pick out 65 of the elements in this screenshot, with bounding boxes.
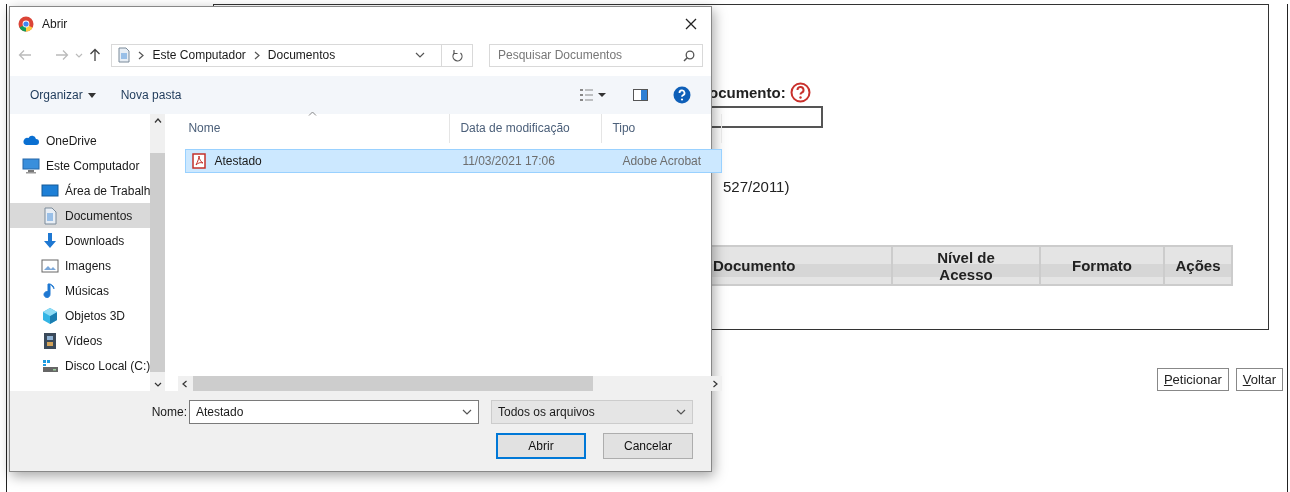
- field-label: ocumento:: [709, 84, 786, 101]
- sidebar-item[interactable]: Downloads: [10, 228, 151, 253]
- sidebar-item[interactable]: OneDrive: [10, 128, 151, 153]
- refresh-icon[interactable]: [451, 48, 464, 62]
- column-header[interactable]: Data de modificação: [450, 114, 603, 143]
- organize-menu[interactable]: Organizar: [30, 88, 83, 102]
- sidebar-item[interactable]: Objetos 3D: [10, 303, 151, 328]
- cube-icon: [41, 306, 59, 325]
- scrollbar-thumb[interactable]: [193, 376, 594, 391]
- file-row[interactable]: Atestado 11/03/2021 17:06 Adobe Acrobat: [185, 149, 723, 173]
- column-header: Nível de Acesso: [893, 247, 1039, 284]
- scroll-up-icon[interactable]: [153, 118, 162, 123]
- action-button[interactable]: Peticionar: [1156, 368, 1229, 391]
- document-icon: [118, 47, 131, 63]
- chevron-down-icon[interactable]: [415, 52, 426, 58]
- column-header: Ações: [1165, 247, 1231, 284]
- dialog-button[interactable]: Abrir: [496, 433, 586, 459]
- chevron-right-icon: [138, 50, 145, 60]
- sidebar-item[interactable]: Imagens: [10, 253, 151, 278]
- close-icon[interactable]: [685, 17, 697, 30]
- action-button[interactable]: Voltar: [1235, 368, 1283, 391]
- breadcrumb-item[interactable]: Este Computador: [152, 48, 246, 62]
- search-icon: [683, 49, 695, 62]
- column-header: Documento: [709, 247, 891, 284]
- dialog-button[interactable]: Cancelar: [603, 433, 693, 459]
- sidebar-item[interactable]: Vídeos: [10, 328, 151, 353]
- download-icon: [41, 231, 59, 250]
- sort-caret-icon: [308, 111, 318, 116]
- up-arrow-icon[interactable]: [89, 48, 102, 62]
- scrollbar-thumb[interactable]: [150, 153, 166, 372]
- sidebar-item[interactable]: Documentos: [10, 203, 151, 228]
- chevron-right-icon: [253, 50, 260, 60]
- column-header: Formato: [1041, 247, 1163, 284]
- help-icon[interactable]: [789, 82, 811, 103]
- chevron-down-icon: [676, 409, 686, 415]
- desktop-icon: [41, 181, 59, 200]
- help-icon[interactable]: [673, 86, 691, 104]
- document-icon: [41, 206, 59, 225]
- column-header[interactable]: Tipo: [602, 114, 723, 143]
- column-header[interactable]: Nome: [178, 114, 451, 143]
- search-field[interactable]: Pesquisar Documentos: [489, 43, 703, 67]
- chevron-down-icon[interactable]: [462, 409, 472, 415]
- preview-pane-icon[interactable]: [633, 89, 648, 101]
- sidebar-item[interactable]: Este Computador: [10, 153, 151, 178]
- image-icon: [41, 256, 59, 275]
- filename-field[interactable]: Atestado: [189, 400, 479, 424]
- scroll-left-icon[interactable]: [182, 379, 188, 388]
- film-icon: [41, 331, 59, 350]
- breadcrumb-item[interactable]: Documentos: [267, 48, 336, 62]
- view-options-icon[interactable]: [580, 88, 608, 102]
- legal-note: 527/2011): [723, 178, 790, 195]
- pdf-icon: [192, 153, 207, 169]
- dropdown-arrow-icon[interactable]: [87, 92, 96, 98]
- sidebar-item[interactable]: Músicas: [10, 278, 151, 303]
- window-title: Abrir: [42, 16, 69, 31]
- file-type-dropdown[interactable]: Todos os arquivos: [491, 400, 693, 424]
- scroll-down-icon[interactable]: [153, 382, 162, 387]
- sidebar-item[interactable]: Disco Local (C:): [10, 353, 151, 378]
- sidebar-item[interactable]: Área de Trabalh: [10, 178, 151, 203]
- new-folder-button[interactable]: Nova pasta: [120, 88, 182, 102]
- monitor-icon: [22, 156, 40, 175]
- app-icon: [18, 15, 34, 32]
- scroll-right-icon[interactable]: [713, 379, 719, 388]
- address-bar[interactable]: Este Computador Documentos: [111, 43, 443, 67]
- field-label: Nome:: [151, 405, 187, 419]
